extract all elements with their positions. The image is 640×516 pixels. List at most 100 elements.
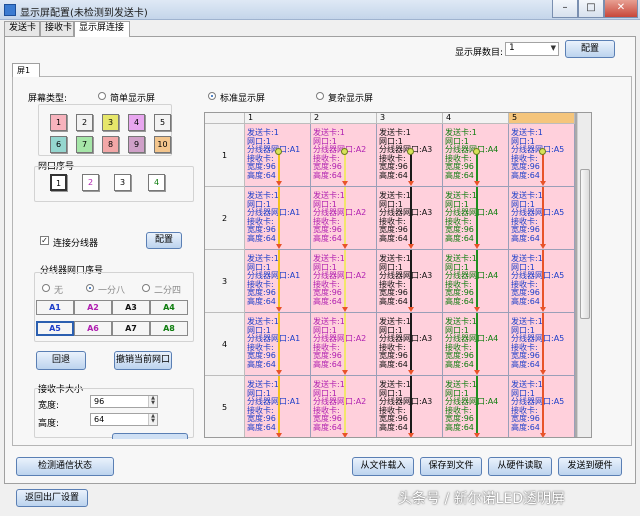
screen-count-select[interactable]: 1 ▼ bbox=[505, 42, 559, 56]
grid-cell[interactable]: 发送卡:1 网口:1 分线器网口:A1 接收卡: 宽度:96 高度:64 bbox=[245, 376, 311, 437]
palette-color-5[interactable]: 5 bbox=[154, 114, 171, 131]
radio-complex-screen[interactable] bbox=[316, 92, 324, 100]
screen-count-config-button[interactable]: 配置 bbox=[565, 40, 615, 58]
scrollbar-thumb[interactable] bbox=[580, 169, 590, 319]
cancel-current-port-button[interactable]: 撤销当前网口 bbox=[114, 351, 172, 370]
save-to-file-button[interactable]: 保存到文件 bbox=[420, 457, 482, 476]
grid-cell[interactable]: 发送卡:1 网口:1 分线器网口:A3 接收卡: 宽度:96 高度:64 bbox=[377, 124, 443, 187]
grid-row-header[interactable]: 3 bbox=[205, 250, 245, 313]
grid-row-header[interactable]: 5 bbox=[205, 376, 245, 437]
grid-cell[interactable]: 发送卡:1 网口:1 分线器网口:A4 接收卡: 宽度:96 高度:64 bbox=[443, 376, 509, 437]
tab-send-card[interactable]: 发送卡 bbox=[4, 21, 40, 36]
splitter-port-a2[interactable]: A2 bbox=[74, 300, 112, 315]
tab-screen-connection[interactable]: 显示屏连接 bbox=[74, 21, 130, 37]
palette-color-7[interactable]: 7 bbox=[76, 136, 93, 153]
splitter-checkbox[interactable]: ✓ bbox=[40, 236, 49, 245]
grid-column-header[interactable]: 3 bbox=[377, 113, 443, 124]
card-width-spinner[interactable]: ▲ ▼ bbox=[148, 396, 157, 407]
net-port-1[interactable]: 1 bbox=[50, 174, 67, 191]
splitter-port-a3[interactable]: A3 bbox=[112, 300, 150, 315]
tab-receive-card[interactable]: 接收卡 bbox=[40, 21, 74, 36]
grid-cell[interactable]: 发送卡:1 网口:1 分线器网口:A3 接收卡: 宽度:96 高度:64 bbox=[377, 250, 443, 313]
net-port-4[interactable]: 4 bbox=[148, 174, 165, 191]
cell-splitter-text: 分线器网口:A4 bbox=[445, 397, 499, 406]
grid-cell[interactable]: 发送卡:1 网口:1 分线器网口:A3 接收卡: 宽度:96 高度:64 bbox=[377, 313, 443, 376]
splitter-port-a5[interactable]: A5 bbox=[36, 321, 74, 336]
grid-cell[interactable]: 发送卡:1 网口:1 分线器网口:A1 接收卡: 宽度:96 高度:64 bbox=[245, 250, 311, 313]
close-button[interactable]: ✕ bbox=[604, 0, 638, 18]
palette-color-9[interactable]: 9 bbox=[128, 136, 145, 153]
grid-row-header[interactable]: 1 bbox=[205, 124, 245, 187]
arrow-down-icon bbox=[276, 307, 282, 312]
detect-communication-button[interactable]: 检测通信状态 bbox=[16, 457, 114, 476]
grid-cell[interactable]: 发送卡:1 网口:1 分线器网口:A5 接收卡: 宽度:96 高度:64 bbox=[509, 124, 575, 187]
splitter-port-a4[interactable]: A4 bbox=[150, 300, 188, 315]
grid-cell[interactable]: 发送卡:1 网口:1 分线器网口:A5 接收卡: 宽度:96 高度:64 bbox=[509, 250, 575, 313]
connection-line bbox=[410, 187, 412, 246]
radio-splitter-2to4[interactable] bbox=[142, 284, 150, 292]
grid-cell[interactable]: 发送卡:1 网口:1 分线器网口:A2 接收卡: 宽度:96 高度:64 bbox=[311, 250, 377, 313]
grid-row-header[interactable]: 2 bbox=[205, 187, 245, 250]
maximize-button[interactable]: □ bbox=[578, 0, 604, 18]
arrow-down-icon bbox=[474, 370, 480, 375]
grid-cell[interactable]: 发送卡:1 网口:1 分线器网口:A1 接收卡: 宽度:96 高度:64 bbox=[245, 313, 311, 376]
radio-standard-screen[interactable] bbox=[208, 92, 216, 100]
minimize-button[interactable]: – bbox=[552, 0, 578, 18]
net-port-3[interactable]: 3 bbox=[114, 174, 131, 191]
grid-cell[interactable]: 发送卡:1 网口:1 分线器网口:A3 接收卡: 宽度:96 高度:64 bbox=[377, 187, 443, 250]
grid-cell[interactable]: 发送卡:1 网口:1 分线器网口:A2 接收卡: 宽度:96 高度:64 bbox=[311, 313, 377, 376]
radio-simple-screen[interactable] bbox=[98, 92, 106, 100]
splitter-port-a8[interactable]: A8 bbox=[150, 321, 188, 336]
palette-color-1[interactable]: 1 bbox=[50, 114, 67, 131]
grid-cell[interactable]: 发送卡:1 网口:1 分线器网口:A1 接收卡: 宽度:96 高度:64 bbox=[245, 187, 311, 250]
cell-card-text: 发送卡:1 bbox=[313, 317, 345, 326]
read-from-hardware-button[interactable]: 从硬件读取 bbox=[488, 457, 552, 476]
splitter-port-a6[interactable]: A6 bbox=[74, 321, 112, 336]
grid-vertical-scrollbar[interactable] bbox=[577, 113, 591, 437]
palette-color-3[interactable]: 3 bbox=[102, 114, 119, 131]
load-from-file-button[interactable]: 从文件载入 bbox=[352, 457, 414, 476]
grid-corner bbox=[205, 113, 245, 124]
hidden-button-edge[interactable] bbox=[112, 433, 188, 439]
grid-cell[interactable]: 发送卡:1 网口:1 分线器网口:A4 接收卡: 宽度:96 高度:64 bbox=[443, 187, 509, 250]
grid-row-header[interactable]: 4 bbox=[205, 313, 245, 376]
grid-cell[interactable]: 发送卡:1 网口:1 分线器网口:A5 接收卡: 宽度:96 高度:64 bbox=[509, 313, 575, 376]
grid-cell[interactable]: 发送卡:1 网口:1 分线器网口:A5 接收卡: 宽度:96 高度:64 bbox=[509, 187, 575, 250]
radio-standard-screen-label: 标准显示屏 bbox=[220, 94, 266, 104]
splitter-port-a7[interactable]: A7 bbox=[112, 321, 150, 336]
card-width-input[interactable]: 96 ▲ ▼ bbox=[90, 395, 158, 408]
arrow-down-icon bbox=[342, 307, 348, 312]
net-port-2[interactable]: 2 bbox=[82, 174, 99, 191]
undo-button[interactable]: 回退 bbox=[36, 351, 86, 370]
cell-card-text: 发送卡:1 bbox=[247, 254, 279, 263]
grid-cell[interactable]: 发送卡:1 网口:1 分线器网口:A4 接收卡: 宽度:96 高度:64 bbox=[443, 250, 509, 313]
grid-cell[interactable]: 发送卡:1 网口:1 分线器网口:A2 接收卡: 宽度:96 高度:64 bbox=[311, 124, 377, 187]
arrow-down-icon bbox=[540, 307, 546, 312]
grid-cell[interactable]: 发送卡:1 网口:1 分线器网口:A2 接收卡: 宽度:96 高度:64 bbox=[311, 187, 377, 250]
grid-column-header[interactable]: 5 bbox=[509, 113, 575, 124]
card-height-spinner[interactable]: ▲ ▼ bbox=[148, 414, 157, 425]
splitter-config-button[interactable]: 配置 bbox=[146, 232, 182, 249]
grid-column-header[interactable]: 1 bbox=[245, 113, 311, 124]
radio-splitter-1to8[interactable] bbox=[86, 284, 94, 292]
grid-column-header[interactable]: 4 bbox=[443, 113, 509, 124]
grid-cell[interactable]: 发送卡:1 网口:1 分线器网口:A4 接收卡: 宽度:96 高度:64 bbox=[443, 124, 509, 187]
factory-reset-button[interactable]: 返回出厂设置 bbox=[16, 489, 88, 507]
palette-color-8[interactable]: 8 bbox=[102, 136, 119, 153]
palette-color-2[interactable]: 2 bbox=[76, 114, 93, 131]
card-height-input[interactable]: 64 ▲ ▼ bbox=[90, 413, 158, 426]
grid-cell[interactable]: 发送卡:1 网口:1 分线器网口:A2 接收卡: 宽度:96 高度:64 bbox=[311, 376, 377, 437]
radio-splitter-none[interactable] bbox=[42, 284, 50, 292]
palette-color-6[interactable]: 6 bbox=[50, 136, 67, 153]
grid-column-header[interactable]: 2 bbox=[311, 113, 377, 124]
grid-cell[interactable]: 发送卡:1 网口:1 分线器网口:A1 接收卡: 宽度:96 高度:64 bbox=[245, 124, 311, 187]
grid-cell[interactable]: 发送卡:1 网口:1 分线器网口:A4 接收卡: 宽度:96 高度:64 bbox=[443, 313, 509, 376]
splitter-port-a1[interactable]: A1 bbox=[36, 300, 74, 315]
tab-screen-1[interactable]: 屏1 bbox=[12, 63, 40, 77]
palette-color-4[interactable]: 4 bbox=[128, 114, 145, 131]
palette-color-10[interactable]: 10 bbox=[154, 136, 171, 153]
send-to-hardware-button[interactable]: 发送到硬件 bbox=[558, 457, 622, 476]
grid-cell[interactable]: 发送卡:1 网口:1 分线器网口:A3 接收卡: 宽度:96 高度:64 bbox=[377, 376, 443, 437]
screen-layout-grid[interactable]: 1 2 3 4 5 1 发送卡:1 网口:1 分线器网口:A1 接收卡: 宽度:96 高度:64 发送卡… bbox=[204, 112, 592, 438]
grid-cell[interactable]: 发送卡:1 网口:1 分线器网口:A5 接收卡: 宽度:96 高度:64 bbox=[509, 376, 575, 437]
